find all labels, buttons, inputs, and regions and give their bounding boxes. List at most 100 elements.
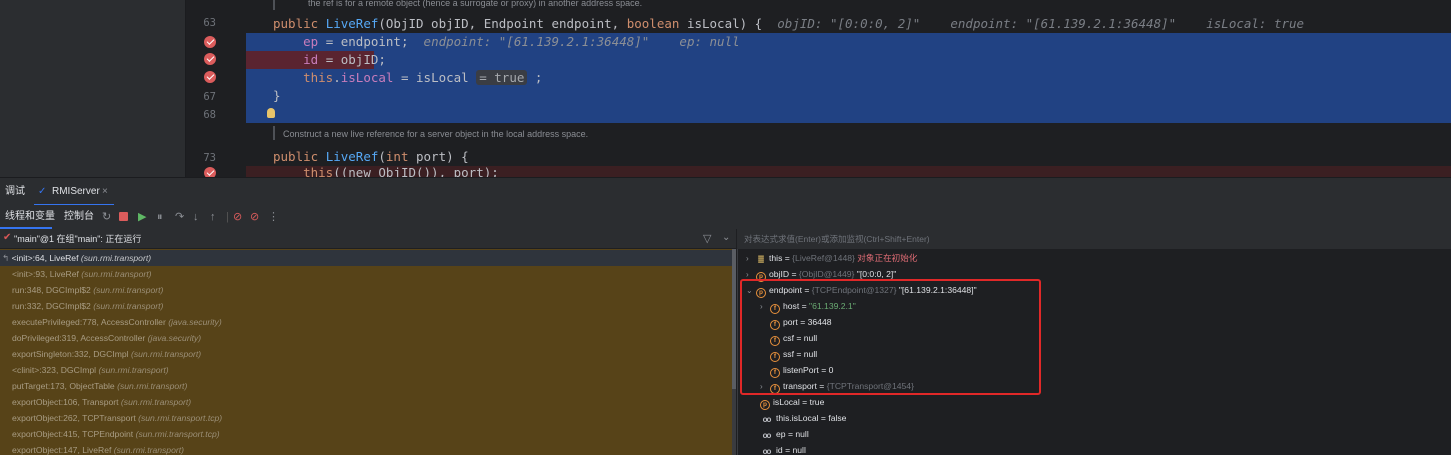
bug-icon: ✓: [38, 186, 47, 197]
kw: public: [273, 16, 319, 31]
frame-row[interactable]: exportObject:262, TCPTransport (sun.rmi.…: [0, 410, 732, 426]
var-row-islocal[interactable]: p isLocal = true: [760, 394, 824, 410]
tab-rmiserver[interactable]: RMIServer: [52, 178, 100, 206]
frame-row[interactable]: exportObject:415, TCPEndpoint (sun.rmi.t…: [0, 426, 732, 442]
method-name: LiveRef: [325, 149, 379, 164]
inline-values: endpoint: "[61.139.2.1:36448]" ep: null: [423, 34, 740, 49]
tab-console[interactable]: 控制台: [64, 205, 94, 229]
mute-breakpoints-icon[interactable]: ⊘: [250, 211, 259, 223]
var-name: isLocal: [773, 397, 800, 407]
rerun-icon[interactable]: ↻: [102, 211, 111, 223]
frame-package: (sun.rmi.transport): [81, 269, 152, 279]
var-row-id[interactable]: oo id = null: [760, 442, 806, 455]
var-name: id: [776, 445, 783, 455]
tab-debug[interactable]: 调试: [5, 178, 25, 206]
doc-comment-top: the ref is for a remote object (hence a …: [308, 0, 643, 8]
step-out-icon[interactable]: ↑: [210, 211, 216, 223]
chevron-right-icon[interactable]: ›: [746, 251, 756, 267]
more-icon[interactable]: ⋮: [268, 211, 279, 223]
watch-icon: oo: [762, 447, 772, 455]
debug-tool-window-header: 调试 ✓ RMIServer ×: [0, 177, 1451, 206]
frame-row[interactable]: run:348, DGCImpl$2 (sun.rmi.transport): [0, 282, 732, 298]
code-editor[interactable]: the ref is for a remote object (hence a …: [0, 0, 1451, 177]
var-value: null: [792, 445, 806, 455]
breakpoint-icon[interactable]: [204, 167, 216, 177]
step-over-icon[interactable]: ↷: [175, 211, 184, 223]
var-value: null: [795, 429, 809, 439]
code: }: [273, 88, 281, 103]
frames-scrollbar[interactable]: [732, 249, 736, 455]
thread-selector[interactable]: ✔ "main"@1 在组"main": 正在运行 ▽ ⌄: [0, 229, 736, 249]
inlay-hint: = true: [476, 70, 528, 85]
frame-method: exportObject:262, TCPTransport: [12, 413, 136, 423]
scrollbar-thumb[interactable]: [732, 249, 736, 389]
code-line-74[interactable]: this((new ObjID()), port);: [247, 164, 1451, 177]
var-row-this-islocal[interactable]: oo this.isLocal = false: [760, 410, 847, 426]
breakpoint-icon[interactable]: [204, 71, 216, 83]
frame-package: (sun.rmi.transport): [80, 253, 152, 263]
param-icon: p: [760, 400, 770, 410]
frame-method: run:348, DGCImpl$2: [12, 285, 91, 295]
frames-list[interactable]: ↰ <init>:64, LiveRef (sun.rmi.transport)…: [0, 249, 736, 455]
var-name: objID: [769, 269, 790, 279]
line-number: 68: [203, 109, 216, 121]
frame-method: executePrivileged:778, AccessController: [12, 317, 166, 327]
frame-row[interactable]: exportObject:147, LiveRef (sun.rmi.trans…: [0, 442, 732, 455]
field: ep: [303, 34, 319, 49]
code-line-63[interactable]: public LiveRef(ObjID objID, Endpoint end…: [247, 15, 1451, 33]
evaluate-placeholder: 对表达式求值(Enter)或添加监视(Ctrl+Shift+Enter): [744, 234, 930, 244]
evaluate-expression-field[interactable]: 对表达式求值(Enter)或添加监视(Ctrl+Shift+Enter): [737, 229, 1451, 249]
frame-row[interactable]: exportSingleton:332, DGCImpl (sun.rmi.tr…: [0, 346, 732, 362]
code-line-66[interactable]: this.isLocal = isLocal = true ;: [247, 69, 1451, 87]
code: = endpoint;: [318, 34, 409, 49]
frame-row[interactable]: doPrivileged:319, AccessController (java…: [0, 330, 732, 346]
var-value: true: [809, 397, 825, 407]
line-number: 63: [203, 17, 216, 29]
code-line-67[interactable]: }: [247, 87, 1451, 105]
frame-row[interactable]: ↰ <init>:64, LiveRef (sun.rmi.transport): [0, 250, 732, 266]
frame-package: (sun.rmi.transport.tcp): [135, 429, 220, 439]
frame-method: putTarget:173, ObjectTable: [12, 381, 115, 391]
debug-toolbar: 线程和变量 控制台 ↻ ▶ ⏸ ↷ ↓ ↑ | ⊘ ⊘ ⋮: [0, 205, 1451, 229]
field: id: [303, 52, 319, 67]
resume-icon[interactable]: ▶: [138, 211, 146, 223]
thread-check-icon: ✔: [3, 232, 12, 243]
doc-bar: [273, 0, 275, 10]
breakpoint-icon[interactable]: [204, 36, 216, 48]
watch-icon: oo: [762, 415, 772, 424]
var-name: this.isLocal: [776, 413, 819, 423]
frame-package: (java.security): [147, 333, 202, 343]
frame-method: exportObject:106, Transport: [12, 397, 119, 407]
code-line-65[interactable]: id = objID;: [247, 51, 1451, 69]
code-line-64[interactable]: ep = endpoint; endpoint: "[61.139.2.1:36…: [247, 33, 1451, 51]
var-row-ep[interactable]: oo ep = null: [760, 426, 809, 442]
frame-row[interactable]: <clinit>:323, DGCImpl (sun.rmi.transport…: [0, 362, 732, 378]
step-into-icon[interactable]: ↓: [193, 211, 199, 223]
doc-bar: [273, 126, 275, 140]
frame-row[interactable]: putTarget:173, ObjectTable (sun.rmi.tran…: [0, 378, 732, 394]
lightbulb-icon[interactable]: [267, 108, 275, 118]
code: .: [333, 70, 341, 85]
stop-icon[interactable]: [119, 212, 128, 221]
field: isLocal: [340, 70, 394, 85]
doc-comment-mid: Construct a new live reference for a ser…: [283, 129, 589, 139]
frame-row[interactable]: executePrivileged:778, AccessController …: [0, 314, 732, 330]
frame-row[interactable]: <init>:93, LiveRef (sun.rmi.transport): [0, 266, 732, 282]
var-row-this[interactable]: › ≣ this = {LiveRef@1448} 对象正在初始化: [746, 250, 917, 266]
list-icon: ≣: [757, 254, 765, 264]
thread-status: "main"@1 在组"main": 正在运行: [14, 234, 142, 244]
var-name: this: [769, 253, 783, 263]
frame-method: run:332, DGCImpl$2: [12, 301, 91, 311]
chevron-down-icon[interactable]: ⌄: [722, 232, 730, 243]
breakpoint-icon[interactable]: [204, 53, 216, 65]
var-note: 对象正在初始化: [854, 253, 918, 263]
filter-icon[interactable]: ▽: [703, 232, 711, 245]
frame-method: exportSingleton:332, DGCImpl: [12, 349, 129, 359]
tab-threads-variables[interactable]: 线程和变量: [5, 205, 55, 229]
frame-row[interactable]: run:332, DGCImpl$2 (sun.rmi.transport): [0, 298, 732, 314]
frame-row[interactable]: exportObject:106, Transport (sun.rmi.tra…: [0, 394, 732, 410]
pause-icon[interactable]: ⏸: [157, 211, 163, 223]
close-tab-icon[interactable]: ×: [102, 178, 108, 206]
kw: this: [303, 70, 334, 85]
view-breakpoints-icon[interactable]: ⊘: [233, 211, 242, 223]
